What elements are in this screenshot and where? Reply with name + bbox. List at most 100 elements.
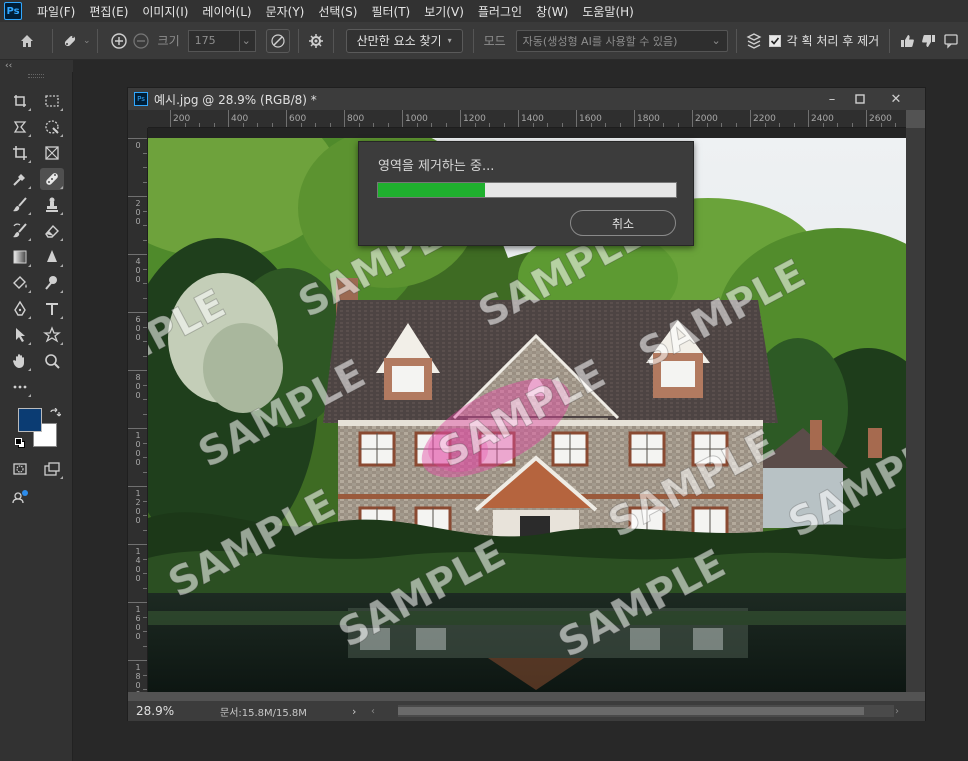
- cancel-button-label: 취소: [611, 216, 635, 231]
- ruler-tick: [128, 254, 147, 255]
- vertical-scrollbar[interactable]: [906, 128, 925, 692]
- minimize-icon[interactable]: –: [818, 88, 846, 110]
- ruler-label: 0: [135, 141, 141, 150]
- chevron-down-icon[interactable]: ⌄: [83, 36, 91, 46]
- document-titlebar[interactable]: Ps 예시.jpg @ 28.9% (RGB/8) * – ✕: [128, 88, 925, 110]
- horizontal-ruler[interactable]: 200 400 600 800 1000 1200 1400 1600 1800 2000 2200…: [148, 110, 906, 128]
- brush-size-input[interactable]: 175: [187, 29, 240, 52]
- scroll-right-icon[interactable]: ›: [895, 706, 899, 717]
- status-menu-chevron-icon[interactable]: ›: [352, 705, 356, 718]
- close-icon[interactable]: ✕: [882, 88, 910, 110]
- menu-image[interactable]: 이미지(I): [135, 3, 195, 20]
- ruler-tick: [750, 110, 751, 127]
- crop-tool-icon[interactable]: [8, 142, 32, 164]
- hand-tool-icon[interactable]: [8, 350, 32, 372]
- menu-window[interactable]: 창(W): [529, 3, 575, 20]
- settings-gear-icon[interactable]: [305, 30, 327, 52]
- gradient-tool-icon[interactable]: [8, 246, 32, 268]
- custom-shape-icon[interactable]: [40, 324, 64, 346]
- screen-mode-icon[interactable]: [40, 458, 64, 480]
- pen-tool-icon[interactable]: [8, 298, 32, 320]
- vertical-ruler[interactable]: 0 200 400 600 800 1000 1200 1400 1600 1800: [128, 128, 148, 692]
- default-colors-icon[interactable]: [15, 438, 26, 449]
- zoom-tool-icon[interactable]: [40, 350, 64, 372]
- rectangular-marquee-icon[interactable]: [40, 90, 64, 112]
- ruler-label: 800: [347, 114, 365, 124]
- remove-after-stroke-label: 각 획 처리 후 제거: [786, 34, 880, 48]
- menu-layer[interactable]: 레이어(L): [195, 3, 258, 20]
- find-distractions-chevron-icon: ▾: [447, 36, 452, 45]
- artboard-tool-icon[interactable]: [8, 90, 32, 112]
- ruler-tick: [518, 110, 519, 127]
- clone-stamp-icon[interactable]: [40, 194, 64, 216]
- ruler-label: 800: [135, 373, 141, 400]
- ruler-tick: [128, 312, 147, 313]
- thumbs-up-icon[interactable]: [896, 30, 918, 52]
- progress-bar-fill: [378, 183, 485, 197]
- menu-type[interactable]: 문자(Y): [259, 3, 312, 20]
- ruler-tick: [170, 110, 171, 127]
- size-dropdown-chevron-icon[interactable]: ⌄: [239, 29, 256, 52]
- ruler-tick: [128, 660, 147, 661]
- lasso-tool-icon[interactable]: [8, 116, 32, 138]
- pressure-size-icon[interactable]: [265, 28, 290, 53]
- share-collaborate-icon[interactable]: [8, 486, 32, 508]
- document-title: 예시.jpg @ 28.9% (RGB/8) *: [154, 92, 317, 107]
- menu-select[interactable]: 선택(S): [311, 3, 364, 20]
- history-brush-icon[interactable]: [8, 220, 32, 242]
- ruler-label: 1800: [135, 663, 141, 692]
- blur-tool-icon[interactable]: [40, 246, 64, 268]
- feedback-icon[interactable]: [940, 30, 962, 52]
- more-tools-icon[interactable]: [8, 376, 32, 398]
- ruler-label: 1400: [135, 547, 141, 583]
- sample-all-layers-icon[interactable]: [743, 30, 765, 52]
- type-tool-icon[interactable]: [40, 298, 64, 320]
- add-to-selection-icon[interactable]: [108, 30, 130, 52]
- toolbar-collapse-button[interactable]: ‹‹: [0, 60, 73, 72]
- tools-panel-grip[interactable]: [28, 74, 44, 78]
- ruler-tick: [128, 486, 147, 487]
- ruler-tick: [460, 110, 461, 127]
- subtract-from-selection-icon[interactable]: [130, 30, 152, 52]
- ruler-tick: [286, 110, 287, 127]
- ruler-origin[interactable]: [128, 110, 148, 128]
- ruler-tick: [128, 428, 147, 429]
- frame-tool-icon[interactable]: [40, 142, 64, 164]
- menu-filter[interactable]: 필터(T): [364, 3, 417, 20]
- ruler-label: 1000: [135, 431, 141, 467]
- scroll-left-icon[interactable]: ‹: [371, 706, 375, 717]
- brush-tool-icon[interactable]: [8, 194, 32, 216]
- ruler-tick: [128, 370, 147, 371]
- swap-colors-icon[interactable]: [49, 405, 62, 417]
- ruler-tick: [128, 544, 147, 545]
- ruler-label: 600: [135, 315, 141, 342]
- ruler-tick: [128, 138, 147, 139]
- dodge-tool-icon[interactable]: [40, 272, 64, 294]
- remove-tool-preset-icon[interactable]: [59, 30, 81, 52]
- ruler-label: 400: [231, 114, 249, 124]
- object-selection-icon[interactable]: [40, 116, 64, 138]
- maximize-icon[interactable]: [846, 88, 874, 110]
- find-distractions-button[interactable]: 산만한 요소 찾기 ▾: [345, 28, 463, 53]
- remove-tool-icon[interactable]: [40, 168, 64, 190]
- horizontal-scrollbar-thumb[interactable]: [398, 707, 864, 715]
- mode-select-value: 자동(생성형 AI를 사용할 수 있음): [522, 34, 678, 48]
- cancel-button[interactable]: 취소: [570, 210, 676, 236]
- zoom-level[interactable]: 28.9%: [136, 704, 206, 718]
- home-icon[interactable]: [16, 30, 38, 52]
- menu-plugins[interactable]: 플러그인: [471, 3, 529, 20]
- horizontal-scrollbar[interactable]: [398, 705, 894, 717]
- quick-mask-icon[interactable]: [8, 458, 32, 480]
- thumbs-down-icon[interactable]: [918, 30, 940, 52]
- paint-bucket-icon[interactable]: [8, 272, 32, 294]
- path-selection-icon[interactable]: [8, 324, 32, 346]
- foreground-color-swatch[interactable]: [18, 408, 42, 432]
- menu-edit[interactable]: 편집(E): [82, 3, 135, 20]
- eyedropper-icon[interactable]: [8, 168, 32, 190]
- menu-help[interactable]: 도움말(H): [575, 3, 641, 20]
- mode-select[interactable]: 자동(생성형 AI를 사용할 수 있음) ⌄: [515, 29, 728, 52]
- menu-file[interactable]: 파일(F): [30, 3, 82, 20]
- menu-view[interactable]: 보기(V): [417, 3, 471, 20]
- eraser-icon[interactable]: [40, 220, 64, 242]
- remove-after-stroke-checkbox[interactable]: [768, 34, 781, 47]
